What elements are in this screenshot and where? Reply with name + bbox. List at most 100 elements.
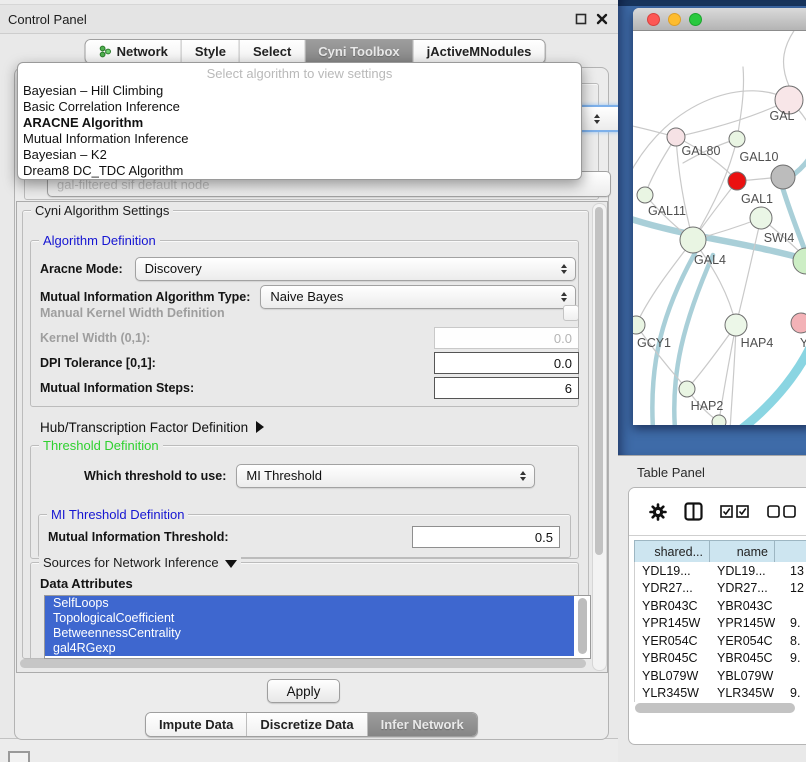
columns-icon[interactable]: [684, 502, 703, 521]
algorithm-popup-placeholder: Select algorithm to view settings: [18, 65, 581, 83]
table-column-header[interactable]: shared...: [635, 541, 710, 563]
table-cell[interactable]: YBR045C: [635, 651, 710, 665]
close-icon[interactable]: [596, 13, 608, 25]
aracne-mode-combo[interactable]: Discovery: [135, 257, 576, 281]
table-cell[interactable]: YDR27...: [710, 581, 775, 595]
table-cell[interactable]: 13: [775, 564, 806, 578]
table-row[interactable]: YBR043CYBR043C: [635, 597, 806, 615]
table-horizontal-scrollbar[interactable]: [635, 703, 795, 713]
tab-jactivemnodules[interactable]: jActiveMNodules: [413, 40, 545, 63]
control-panel-title: Control Panel: [8, 12, 87, 27]
network-node[interactable]: [750, 207, 772, 229]
sources-title[interactable]: Sources for Network Inference: [39, 555, 241, 570]
table-column-header[interactable]: name: [710, 541, 775, 563]
table-cell[interactable]: 9.: [775, 651, 806, 665]
network-node[interactable]: [791, 313, 806, 333]
close-traffic-light-icon[interactable]: [647, 13, 660, 26]
deselect-all-checkboxes-icon[interactable]: [767, 505, 797, 518]
network-node[interactable]: [793, 248, 806, 274]
dpi-tolerance-input[interactable]: 0.0: [434, 352, 579, 374]
table-cell[interactable]: YDL19...: [710, 564, 775, 578]
table-cell[interactable]: YLR345W: [635, 686, 710, 700]
table-cell[interactable]: 9.: [775, 686, 806, 700]
table-cell[interactable]: YBR043C: [635, 599, 710, 613]
algorithm-popup-item[interactable]: Dream8 DC_TDC Algorithm: [18, 163, 581, 179]
tab-infer-network[interactable]: Infer Network: [367, 713, 477, 736]
network-node-label: GAL11: [648, 204, 686, 218]
select-all-checkboxes-icon[interactable]: [720, 505, 750, 518]
table-cell[interactable]: YBL079W: [710, 669, 775, 683]
table-row[interactable]: YBR045CYBR045C9.: [635, 650, 806, 668]
float-window-icon[interactable]: [575, 13, 587, 25]
data-attribute-item[interactable]: BetweennessCentrality: [45, 626, 574, 641]
mi-threshold-input[interactable]: 0.5: [412, 526, 560, 548]
network-node[interactable]: [680, 227, 706, 253]
table-cell[interactable]: YBR043C: [710, 599, 775, 613]
table-row[interactable]: YLR345WYLR345W9.: [635, 685, 806, 703]
algorithm-combo-focus-fragment[interactable]: [575, 105, 623, 132]
scrollbar-thumb[interactable]: [595, 207, 603, 555]
tab-cyni-toolbox[interactable]: Cyni Toolbox: [304, 40, 412, 63]
table-cell[interactable]: YPR145W: [710, 616, 775, 630]
tab-select[interactable]: Select: [239, 40, 304, 63]
network-node[interactable]: [729, 131, 745, 147]
hub-definition-label: Hub/Transcription Factor Definition: [40, 420, 248, 435]
hub-definition-toggle[interactable]: Hub/Transcription Factor Definition: [40, 418, 264, 436]
data-attribute-item[interactable]: gal4RGexp: [45, 641, 574, 656]
table-cell[interactable]: YER054C: [710, 634, 775, 648]
table-column-header[interactable]: [775, 541, 806, 563]
which-threshold-combo[interactable]: MI Threshold: [236, 464, 535, 488]
tab-discretize-data[interactable]: Discretize Data: [246, 713, 366, 736]
network-node[interactable]: [712, 415, 726, 425]
zoom-traffic-light-icon[interactable]: [689, 13, 702, 26]
data-attribute-item[interactable]: TopologicalCoefficient: [45, 611, 574, 626]
network-view-window: GALGAL80GAL10GAL1GAL11GAL4SWI4GCY1HAP4YH…: [633, 8, 806, 425]
table-row[interactable]: YBL079WYBL079W: [635, 667, 806, 685]
table-cell[interactable]: YER054C: [635, 634, 710, 648]
tab-network[interactable]: Network: [86, 40, 181, 63]
control-panel-tabbar: NetworkStyleSelectCyni ToolboxjActiveMNo…: [85, 39, 546, 64]
table-cell[interactable]: YLR345W: [710, 686, 775, 700]
network-node[interactable]: [633, 316, 645, 334]
table-cell[interactable]: 12: [775, 581, 806, 595]
network-canvas[interactable]: GALGAL80GAL10GAL1GAL11GAL4SWI4GCY1HAP4YH…: [633, 31, 806, 425]
settings-horizontal-scrollbar[interactable]: [20, 659, 586, 668]
data-attributes-list[interactable]: SelfLoopsTopologicalCoefficientBetweenne…: [44, 595, 591, 659]
network-node[interactable]: [771, 165, 795, 189]
algorithm-popup-item[interactable]: Mutual Information Inference: [18, 131, 581, 147]
network-node[interactable]: [728, 172, 746, 190]
table-cell[interactable]: YDR27...: [635, 581, 710, 595]
network-window-titlebar[interactable]: [633, 8, 806, 31]
minimize-traffic-light-icon[interactable]: [668, 13, 681, 26]
settings-gear-icon[interactable]: [649, 503, 667, 521]
list-scrollbar[interactable]: [578, 598, 587, 654]
table-cell[interactable]: YBL079W: [635, 669, 710, 683]
algorithm-popup-item[interactable]: Basic Correlation Inference: [18, 99, 581, 115]
table-row[interactable]: YPR145WYPR145W9.: [635, 615, 806, 633]
table-cell[interactable]: YPR145W: [635, 616, 710, 630]
table-row[interactable]: YDR27...YDR27...12: [635, 580, 806, 598]
algorithm-popup-item[interactable]: ARACNE Algorithm: [18, 115, 581, 131]
table-row[interactable]: YER054CYER054C8.: [635, 632, 806, 650]
which-threshold-value: MI Threshold: [246, 468, 512, 483]
network-node[interactable]: [637, 187, 653, 203]
mi-steps-input[interactable]: 6: [434, 377, 579, 399]
table-cell[interactable]: YDL19...: [635, 564, 710, 578]
network-node[interactable]: [679, 381, 695, 397]
table-cell[interactable]: YBR045C: [710, 651, 775, 665]
network-node[interactable]: [725, 314, 747, 336]
data-attribute-item[interactable]: SelfLoops: [45, 596, 574, 611]
kernel-width-input: 0.0: [434, 327, 579, 349]
algorithm-popup-item[interactable]: Bayesian – K2: [18, 147, 581, 163]
apply-button[interactable]: Apply: [267, 679, 340, 703]
mi-threshold-value: 0.5: [535, 530, 553, 545]
settings-vertical-scrollbar[interactable]: [592, 203, 607, 671]
tab-label: Impute Data: [159, 717, 233, 732]
table-row[interactable]: YDL19...YDL19...13: [635, 562, 806, 580]
table-cell[interactable]: 8.: [775, 634, 806, 648]
tab-style[interactable]: Style: [181, 40, 239, 63]
table-cell[interactable]: 9.: [775, 616, 806, 630]
minimized-panel-icon[interactable]: [8, 751, 30, 762]
tab-impute-data[interactable]: Impute Data: [146, 713, 246, 736]
algorithm-popup-item[interactable]: Bayesian – Hill Climbing: [18, 83, 581, 99]
